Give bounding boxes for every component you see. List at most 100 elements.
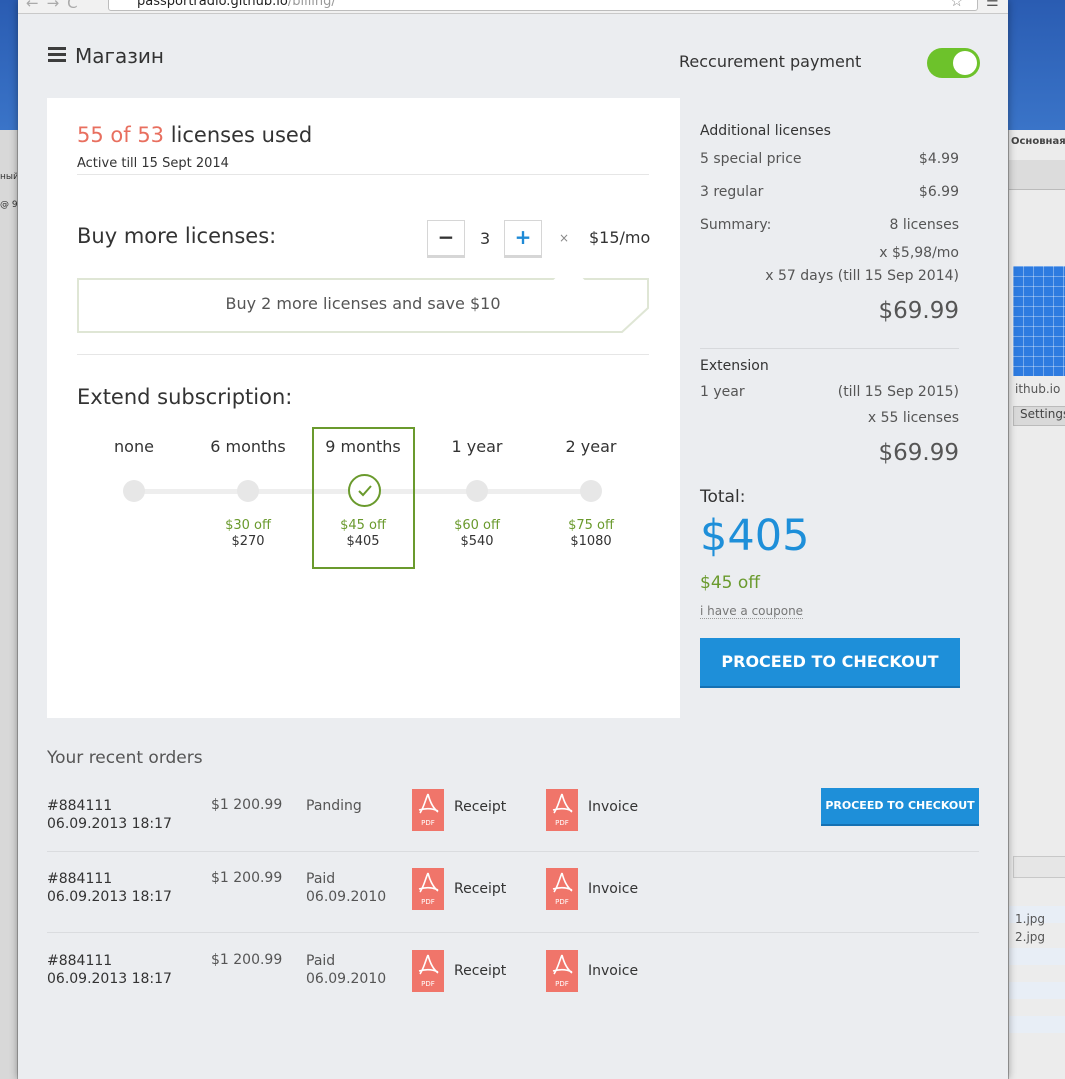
check-icon	[348, 474, 381, 507]
promo-text: Buy 2 more licenses and save $10	[225, 294, 501, 313]
background-left-text: @ 9	[0, 200, 17, 210]
invoice-link[interactable]: Invoice	[588, 963, 638, 979]
summary-label: Summary:	[700, 217, 772, 233]
period-label[interactable]: 1 year	[422, 437, 532, 456]
period-label[interactable]: 6 months	[193, 437, 303, 456]
period-price: $405	[346, 534, 380, 549]
increment-button[interactable]: +	[504, 220, 542, 258]
order-date: 06.09.2013 18:17	[47, 889, 172, 905]
receipt-pdf-icon[interactable]: PDF	[412, 950, 444, 992]
total-label: Total:	[700, 487, 746, 507]
period-option-dot[interactable]	[466, 480, 488, 502]
invoice-pdf-icon[interactable]: PDF	[546, 789, 578, 831]
pdf-label: PDF	[421, 819, 435, 827]
licenses-used-heading: 55 of 53 licenses used	[77, 123, 312, 147]
order-status-label: Panding	[306, 798, 362, 814]
period-option-dot[interactable]	[580, 480, 602, 502]
period-label[interactable]: none	[79, 437, 189, 456]
extension-total: $69.99	[878, 440, 959, 466]
discount: $60 off	[454, 518, 500, 533]
total-discount: $45 off	[700, 573, 760, 593]
discount: $75 off	[568, 518, 614, 533]
order-amount: $1 200.99	[211, 797, 283, 813]
period-price: $270	[231, 534, 265, 549]
divider	[47, 851, 979, 852]
pdf-label: PDF	[555, 819, 569, 827]
extension-period: 1 year	[700, 384, 745, 400]
background-settings: Settings	[1013, 406, 1065, 426]
receipt-pdf-icon[interactable]: PDF	[412, 868, 444, 910]
background-right-window: Основная ithub.io Settings 1.jpg 2.jpg	[1008, 130, 1065, 1079]
background-tab: Основная	[1011, 136, 1065, 147]
url-host: passportradio.github.io	[137, 0, 288, 9]
invoice-pdf-icon[interactable]: PDF	[546, 950, 578, 992]
extension-count: x 55 licenses	[867, 410, 959, 426]
invoice-link[interactable]: Invoice	[588, 881, 638, 897]
browser-menu-icon[interactable]: ☰	[986, 0, 999, 10]
invoice-link[interactable]: Invoice	[588, 799, 638, 815]
nav-buttons-icon[interactable]: ←→C	[26, 0, 86, 12]
background-file: 2.jpg	[1015, 930, 1046, 944]
order-date: 06.09.2013 18:17	[47, 971, 172, 987]
period-option-dot[interactable]	[237, 480, 259, 502]
pdf-label: PDF	[421, 980, 435, 988]
order-number: #884111	[47, 953, 113, 969]
background-left-text: ный	[0, 172, 17, 182]
order-number: #884111	[47, 871, 113, 887]
period-option-dot[interactable]	[123, 480, 145, 502]
order-status: Paid 06.09.2010	[306, 870, 386, 906]
receipt-pdf-icon[interactable]: PDF	[412, 789, 444, 831]
promo-banner[interactable]: Buy 2 more licenses and save $10	[77, 278, 649, 333]
order-summary: Additional licenses 5 special price $4.9…	[680, 98, 979, 718]
browser-window: ←→C passportradio.github.io/billing/ ☆ ☰…	[18, 0, 1008, 1079]
background-toolbar	[1009, 160, 1065, 190]
address-bar: ←→C passportradio.github.io/billing/ ☆ ☰	[18, 0, 1008, 14]
proceed-to-checkout-button[interactable]: PROCEED TO CHECKOUT	[700, 638, 960, 688]
active-till: Active till 15 Sept 2014	[77, 156, 229, 171]
divider	[77, 354, 649, 355]
regular-value: $6.99	[918, 184, 959, 200]
background-site-text: ithub.io	[1015, 382, 1061, 396]
url-field[interactable]: passportradio.github.io/billing/	[108, 0, 978, 11]
buy-licenses-title: Buy more licenses:	[77, 224, 277, 248]
receipt-link[interactable]: Receipt	[454, 881, 506, 897]
receipt-link[interactable]: Receipt	[454, 963, 506, 979]
order-status: Panding	[306, 797, 362, 815]
summary-days: x 57 days (till 15 Sep 2014)	[765, 268, 959, 284]
order-row: #884111 06.09.2013 18:17 $1 200.99 Paid 06…	[47, 950, 979, 1034]
recent-orders-title: Your recent orders	[47, 748, 203, 768]
menu-icon[interactable]	[48, 47, 66, 63]
invoice-pdf-icon[interactable]: PDF	[546, 868, 578, 910]
extend-subscription-title: Extend subscription:	[77, 385, 293, 409]
receipt-link[interactable]: Receipt	[454, 799, 506, 815]
recurrent-payment-toggle[interactable]	[927, 48, 980, 78]
discount: $45 off	[340, 518, 386, 533]
period-label[interactable]: 2 year	[536, 437, 646, 456]
divider	[47, 932, 979, 933]
decrement-button[interactable]: −	[427, 220, 465, 258]
extension-till: (till 15 Sep 2015)	[837, 384, 959, 400]
order-status-label: Paid	[306, 953, 336, 969]
license-price: $15/mo	[589, 228, 651, 247]
licenses-panel: 55 of 53 licenses used Active till 15 Se…	[47, 98, 680, 718]
page-title: Магазин	[75, 44, 164, 68]
period-price: $540	[460, 534, 494, 549]
background-left-window: ный @ 9	[0, 130, 18, 1079]
order-id: #884111 06.09.2013 18:17	[47, 870, 172, 906]
background-thumbnail	[1013, 266, 1065, 376]
license-quantity: 3	[480, 229, 491, 248]
background-file: 1.jpg	[1015, 912, 1046, 926]
order-status-date: 06.09.2010	[306, 971, 387, 987]
coupon-link[interactable]: i have a coupone	[700, 604, 804, 619]
discount: $30 off	[225, 518, 271, 533]
special-price-label: 5 special price	[700, 151, 802, 167]
special-price-value: $4.99	[918, 151, 959, 167]
total-value: $405	[700, 511, 810, 561]
divider	[77, 174, 649, 175]
order-date: 06.09.2013 18:17	[47, 816, 172, 832]
extension-title: Extension	[700, 358, 769, 374]
url-path: /billing/	[287, 0, 336, 9]
bookmark-star-icon[interactable]: ☆	[950, 0, 963, 10]
order-row: #884111 06.09.2013 18:17 $1 200.99 Paid 06…	[47, 868, 979, 952]
order-checkout-button[interactable]: PROCEED TO CHECKOUT	[821, 788, 979, 826]
